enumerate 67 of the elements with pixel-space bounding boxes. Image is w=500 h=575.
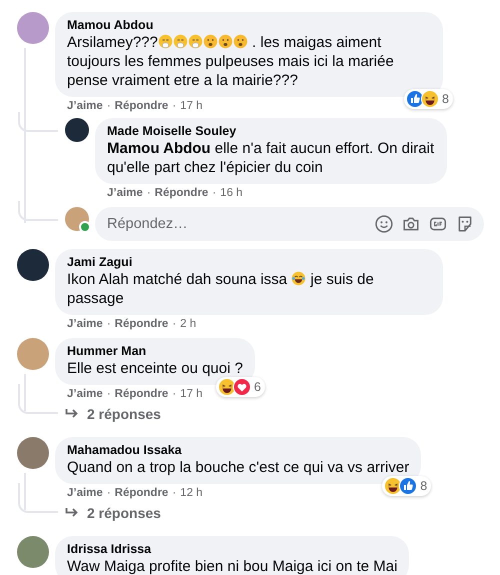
emoji-icon[interactable] — [375, 215, 393, 233]
comment-text: Arsilamey??? . les maigas aiment toujours les femmes pulpeuses mais ici la mariée pense vraiment etre a la mairie??? — [67, 33, 395, 90]
separator-dot: · — [106, 100, 111, 112]
separator-dot: · — [172, 388, 176, 400]
reply-link[interactable]: Répondre — [114, 487, 168, 499]
thread-connector — [18, 483, 58, 513]
author-name[interactable]: Hummer Man — [67, 344, 243, 359]
sneezing-face-icon — [172, 34, 188, 49]
view-replies-link[interactable]: 2 réponses — [65, 505, 161, 521]
replies-count[interactable]: 2 réponses — [87, 505, 161, 521]
author-name[interactable]: Mahamadou Issaka — [67, 443, 410, 458]
reply-link[interactable]: Répondre — [114, 388, 168, 400]
camera-icon[interactable] — [402, 215, 420, 233]
reaction-badge[interactable]: 8 — [382, 476, 432, 496]
laughing-tears-face-icon — [291, 271, 306, 286]
avatar[interactable] — [17, 249, 49, 281]
timestamp[interactable]: 17 h — [180, 100, 203, 112]
frowning-face-icon — [232, 34, 248, 49]
timestamp[interactable]: 2 h — [180, 318, 196, 330]
avatar[interactable] — [65, 118, 89, 142]
like-link[interactable]: J’aime — [67, 487, 103, 499]
separator-dot: · — [172, 318, 176, 330]
replies-count[interactable]: 2 réponses — [87, 406, 161, 422]
comment-text: Quand on a trop la bouche c'est ce qui va vs arriver — [67, 458, 410, 477]
reply-link[interactable]: Répondre — [114, 318, 168, 330]
comment-text: Mamou Abdou elle n'a fait aucun effort. On dirait qu'elle part chez l'épicier du coin — [107, 139, 435, 177]
thread-connector — [18, 201, 58, 221]
timestamp[interactable]: 12 h — [180, 487, 203, 499]
reaction-badge[interactable]: 6 — [216, 377, 265, 397]
like-link[interactable]: J’aime — [67, 388, 103, 400]
separator-dot: · — [172, 100, 176, 112]
frowning-face-icon — [202, 34, 218, 49]
author-name[interactable]: Jami Zagui — [67, 255, 431, 270]
reply-box[interactable]: Répondez… — [95, 207, 484, 241]
timestamp[interactable]: 17 h — [180, 388, 203, 400]
separator-dot: · — [212, 187, 216, 199]
comment-text: Waw Maiga profite bien ni bou Maiga ici on te Mai — [67, 557, 398, 575]
reply-input-field[interactable]: Répondez… — [107, 216, 366, 232]
separator-dot: · — [106, 388, 111, 400]
sneezing-face-icon — [158, 34, 173, 49]
comment-text: Elle est enceinte ou quoi ? — [67, 359, 243, 378]
timestamp[interactable]: 16 h — [220, 187, 243, 199]
reaction-badge[interactable]: 8 — [404, 89, 453, 109]
reply-link[interactable]: Répondre — [114, 100, 168, 112]
separator-dot: · — [146, 187, 151, 199]
thread-connector — [18, 384, 58, 414]
author-name[interactable]: Idrissa Idrissa — [67, 542, 398, 557]
like-link[interactable]: J’aime — [107, 187, 143, 199]
author-name[interactable]: Made Moiselle Souley — [107, 124, 435, 139]
thread-connector — [18, 112, 58, 132]
separator-dot: · — [172, 487, 176, 499]
comment-text: Ikon Alah matché dah souna issa je suis de passage — [67, 270, 375, 308]
author-name[interactable]: Mamou Abdou — [67, 18, 431, 33]
reply-link[interactable]: Répondre — [154, 187, 208, 199]
separator-dot: · — [106, 318, 111, 330]
laughing-face-icon — [421, 90, 440, 108]
sticker-icon[interactable] — [456, 215, 474, 233]
separator-dot: · — [106, 487, 111, 499]
like-link[interactable]: J’aime — [67, 318, 103, 330]
like-link[interactable]: J’aime — [67, 100, 103, 112]
reply-arrow-icon — [65, 507, 79, 519]
view-replies-link[interactable]: 2 réponses — [65, 406, 161, 422]
reply-arrow-icon — [65, 408, 79, 420]
gif-icon[interactable] — [429, 215, 447, 233]
sneezing-face-icon — [188, 34, 203, 49]
frowning-face-icon — [218, 34, 233, 49]
thumbs-up-icon — [399, 477, 418, 495]
